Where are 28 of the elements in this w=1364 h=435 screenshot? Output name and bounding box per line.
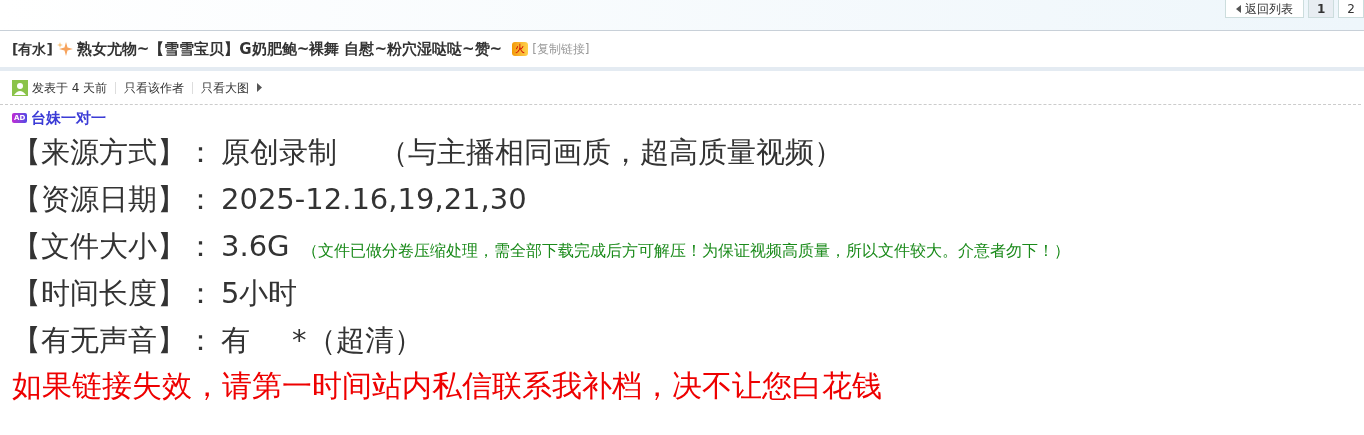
field-note: *（超清） bbox=[292, 322, 423, 359]
caret-icon bbox=[1236, 4, 1241, 13]
field-value: 原创录制 bbox=[221, 134, 337, 171]
field-note: （与主播相同画质，超高质量视频） bbox=[379, 134, 843, 171]
avatar-icon bbox=[12, 79, 28, 96]
hot-badge: 火 bbox=[512, 42, 529, 56]
filter-link[interactable]: 只看大图 bbox=[201, 78, 250, 97]
thread-title: 熟女尤物~【雪雪宝贝】G奶肥鲍~裸舞 自慰~粉穴湿哒哒~赞~ bbox=[76, 38, 503, 60]
sparkle-icon bbox=[56, 41, 73, 57]
notice-text: 如果链接失效，请第一时间站内私信联系我补档，决不让您白花钱 bbox=[12, 367, 883, 405]
back-to-list-button[interactable]: 返回列表 bbox=[1225, 0, 1304, 18]
field-label: 【文件大小】： bbox=[12, 228, 215, 265]
thread-tag: [有水] bbox=[12, 38, 53, 60]
field-value: 3.6G bbox=[221, 228, 290, 265]
page-button[interactable]: 2 bbox=[1338, 0, 1364, 18]
page-button[interactable]: 1 bbox=[1308, 0, 1335, 18]
field-remark: （文件已做分卷压缩处理，需全部下载完成后方可解压！为保证视频高质量，所以文件较大。介意者勿下！） bbox=[301, 240, 1070, 262]
field-value: 5小时 bbox=[221, 275, 298, 312]
field-label: 【资源日期】： bbox=[12, 181, 215, 218]
field-label: 【有无声音】： bbox=[12, 322, 215, 359]
field-label: 【来源方式】： bbox=[12, 134, 215, 171]
field-value: 有 bbox=[221, 322, 250, 359]
caret-icon bbox=[257, 83, 263, 92]
post-time: 发表于 4 天前 bbox=[32, 79, 108, 97]
ad-link[interactable]: 台妹一对一 bbox=[31, 106, 107, 130]
filter-link[interactable]: 只看该作者 bbox=[124, 78, 185, 97]
field-value: 2025-12.16,19,21,30 bbox=[221, 181, 527, 218]
field-label: 【时间长度】： bbox=[12, 275, 215, 312]
